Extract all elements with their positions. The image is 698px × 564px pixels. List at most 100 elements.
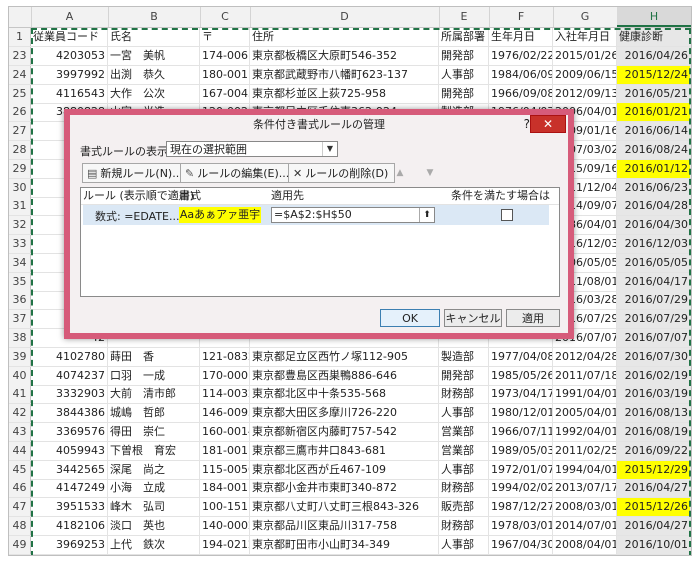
cell-hire-date[interactable]: 2011/07/18 (553, 366, 617, 385)
row-number[interactable]: 32 (9, 216, 31, 235)
cell-address[interactable]: 東京都新宿区内藤町757-542 (250, 423, 439, 441)
cell-employee-code[interactable]: 4074237 (31, 366, 108, 385)
cell-hire-date[interactable]: 2011/02/25 (553, 441, 617, 460)
row-number[interactable]: 24 (9, 65, 31, 84)
cell-birthdate[interactable]: 1972/01/07 (489, 460, 553, 479)
cell-hire-date[interactable]: 2015/01/26 (553, 47, 617, 65)
cell-name[interactable]: 小海 立成 (108, 479, 200, 498)
cell-postal[interactable]: 181-0011 (200, 441, 250, 460)
cell-name[interactable]: 深尾 尚之 (108, 460, 200, 479)
row-number[interactable]: 49 (9, 535, 31, 554)
cell-health-check[interactable]: 2016/04/30 (617, 216, 691, 235)
rule-row[interactable]: 数式: =EDATE... Aaあぁアァ亜宇 =$A$2:$H$50 ⬆ (83, 205, 549, 225)
cell-birthdate[interactable]: 1987/12/27 (489, 498, 553, 517)
cell-postal[interactable]: 167-0043 (200, 84, 250, 103)
cell-address[interactable]: 東京都三鷹市井口843-681 (250, 441, 439, 460)
cell-health-check[interactable]: 2016/04/26 (617, 47, 691, 65)
column-header-c[interactable]: C (200, 7, 251, 27)
cell-address[interactable]: 東京都武蔵野市八幡町623-137 (250, 65, 439, 84)
cell-name[interactable]: 口羽 一成 (108, 366, 200, 385)
cell-department[interactable]: 財務部 (439, 385, 489, 404)
row-number[interactable]: 46 (9, 479, 31, 498)
cell-birthdate[interactable]: 1967/04/30 (489, 535, 553, 554)
row-number[interactable]: 40 (9, 366, 31, 385)
row-number[interactable]: 36 (9, 291, 31, 310)
show-rules-select[interactable]: 現在の選択範囲 ▼ (166, 141, 338, 157)
cell-birthdate[interactable]: 1980/12/01 (489, 404, 553, 423)
cell-postal[interactable]: 194-0212 (200, 535, 250, 554)
cell-department[interactable]: 販売部 (439, 498, 489, 517)
cell-health-check[interactable]: 2015/12/26 (617, 498, 691, 517)
cell-health-check[interactable]: 2015/12/24 (617, 65, 691, 84)
row-number[interactable]: 35 (9, 272, 31, 291)
row-number[interactable]: 48 (9, 517, 31, 535)
header-cell-birthdate[interactable]: 生年月日 (489, 28, 553, 46)
column-header-e[interactable]: E (439, 7, 490, 27)
column-header-b[interactable]: B (108, 7, 201, 27)
ok-button[interactable]: OK (380, 309, 440, 327)
rules-list[interactable]: ルール (表示順で適用) 書式 適用先 条件を満たす場合は停止 数式: =EDA… (80, 187, 560, 297)
cell-employee-code[interactable]: 3969253 (31, 535, 108, 554)
row-number[interactable]: 25 (9, 84, 31, 103)
cell-birthdate[interactable]: 1985/05/26 (489, 366, 553, 385)
cell-name[interactable]: 大作 公次 (108, 84, 200, 103)
select-all-corner[interactable] (9, 7, 32, 27)
cell-health-check[interactable]: 2015/12/29 (617, 460, 691, 479)
cell-postal[interactable]: 121-0832 (200, 347, 250, 366)
move-up-button[interactable]: ▲ (390, 163, 410, 183)
cell-postal[interactable]: 146-0095 (200, 404, 250, 423)
cell-health-check[interactable]: 2016/12/03 (617, 235, 691, 253)
stop-if-true-checkbox[interactable] (501, 209, 513, 221)
cell-address[interactable]: 東京都板橋区大原町546-352 (250, 47, 439, 65)
header-cell-address[interactable]: 住所 (250, 28, 439, 46)
cell-employee-code[interactable]: 3844386 (31, 404, 108, 423)
applies-to-field[interactable]: =$A$2:$H$50 ⬆ (271, 207, 435, 223)
cell-birthdate[interactable]: 1971/03/19 (489, 554, 553, 555)
cell-health-check[interactable]: 2016/04/27 (617, 517, 691, 535)
cell-address[interactable]: 東京都足立区西竹ノ塚112-905 (250, 347, 439, 366)
row-number[interactable]: 26 (9, 103, 31, 122)
cell-health-check[interactable]: 2016/07/29 (617, 291, 691, 310)
column-header-h[interactable]: H (617, 7, 691, 27)
cell-employee-code[interactable]: 3479049 (31, 554, 108, 555)
cell-hire-date[interactable]: 2005/04/01 (553, 404, 617, 423)
cell-employee-code[interactable]: 3997992 (31, 65, 108, 84)
cell-hire-date[interactable]: 2013/07/17 (553, 479, 617, 498)
cell-health-check[interactable]: 2016/08/13 (617, 404, 691, 423)
edit-rule-button[interactable]: ✎ ルールの編集(E)... (180, 163, 297, 183)
cell-hire-date[interactable]: 2012/09/13 (553, 84, 617, 103)
cell-health-check[interactable]: 2016/08/19 (617, 423, 691, 441)
cell-employee-code[interactable]: 3369576 (31, 423, 108, 441)
cell-employee-code[interactable]: 4059943 (31, 441, 108, 460)
cell-department[interactable]: 人事部 (439, 404, 489, 423)
cell-health-check[interactable]: 2016/10/01 (617, 535, 691, 554)
cell-postal[interactable]: 184-0011 (200, 479, 250, 498)
cell-health-check[interactable]: 2016/07/30 (617, 347, 691, 366)
cell-name[interactable]: 上代 鉄次 (108, 535, 200, 554)
row-number[interactable]: 38 (9, 329, 31, 347)
cell-name[interactable]: 得田 崇仁 (108, 423, 200, 441)
row-number[interactable]: 34 (9, 253, 31, 272)
new-rule-button[interactable]: ▤ 新規ルール(N)... (82, 163, 190, 183)
row-number[interactable]: 50 (9, 554, 31, 555)
cell-postal[interactable]: 140-0002 (200, 517, 250, 535)
row-number[interactable]: 23 (9, 47, 31, 65)
cell-postal[interactable]: 100-1511 (200, 498, 250, 517)
cell-postal[interactable]: 160-0014 (200, 423, 250, 441)
column-header-g[interactable]: G (553, 7, 618, 27)
cell-department[interactable]: 営業部 (439, 423, 489, 441)
header-cell-postal[interactable]: 〒 (200, 28, 250, 46)
cell-hire-date[interactable]: 1991/04/01 (553, 385, 617, 404)
cell-name[interactable]: 川口 有史 (108, 554, 200, 555)
cell-health-check[interactable]: 2016/01/21 (617, 103, 691, 122)
cell-employee-code[interactable]: 4147249 (31, 479, 108, 498)
cell-health-check[interactable]: 2016/07/29 (617, 310, 691, 329)
cell-postal[interactable]: 174-0061 (200, 47, 250, 65)
cell-hire-date[interactable]: 1992/04/01 (553, 423, 617, 441)
cell-name[interactable]: 一宮 美帆 (108, 47, 200, 65)
cell-address[interactable]: 東京都豊島区西巣鴨886-646 (250, 366, 439, 385)
cell-health-check[interactable]: 2016/01/12 (617, 159, 691, 178)
row-number[interactable]: 45 (9, 460, 31, 479)
cell-hire-date[interactable]: 2014/07/01 (553, 517, 617, 535)
row-number[interactable]: 43 (9, 423, 31, 441)
